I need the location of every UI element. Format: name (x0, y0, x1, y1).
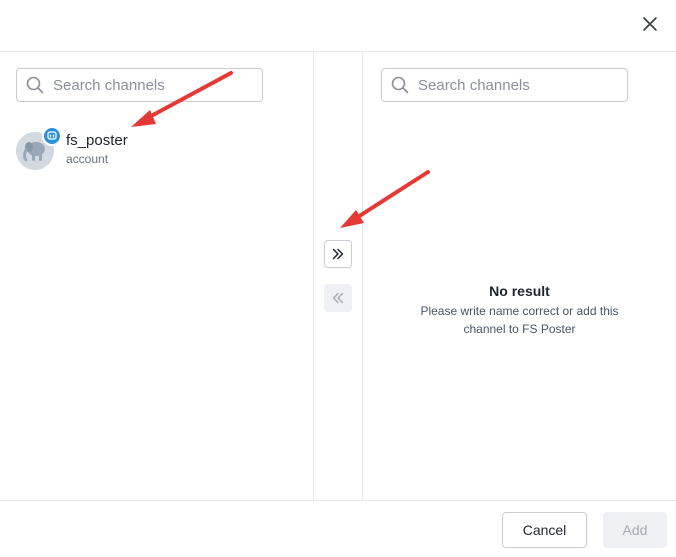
close-button[interactable] (638, 12, 662, 36)
add-button[interactable]: Add (603, 512, 667, 548)
chevrons-double-left-icon (332, 292, 344, 304)
empty-state: No result Please write name correct or a… (363, 282, 676, 338)
modal-footer: Cancel Add (0, 500, 676, 557)
search-icon (390, 75, 410, 95)
channel-item-fs-poster[interactable]: fs_poster account (16, 126, 296, 172)
empty-state-description: Please write name correct or add this ch… (420, 304, 619, 336)
modal-header (0, 0, 676, 52)
left-search-input[interactable] (53, 76, 233, 94)
close-icon (643, 17, 657, 31)
chevrons-double-right-icon (332, 248, 344, 260)
transfer-controls (314, 52, 363, 500)
add-channels-modal: fs_poster account (0, 0, 676, 556)
right-search-input[interactable] (418, 76, 598, 94)
cancel-button[interactable]: Cancel (502, 512, 587, 548)
right-search-box[interactable] (381, 68, 628, 102)
move-right-button[interactable] (324, 240, 352, 268)
search-icon (25, 75, 45, 95)
channel-type: account (66, 152, 109, 166)
move-left-button[interactable] (324, 284, 352, 312)
left-search-box[interactable] (16, 68, 263, 102)
mastodon-icon (42, 126, 62, 146)
transfer-body: fs_poster account (0, 52, 676, 500)
channel-name: fs_poster (66, 132, 128, 149)
available-channels-panel: fs_poster account (0, 52, 314, 500)
empty-state-title: No result (489, 283, 550, 299)
selected-channels-panel: No result Please write name correct or a… (363, 52, 676, 500)
